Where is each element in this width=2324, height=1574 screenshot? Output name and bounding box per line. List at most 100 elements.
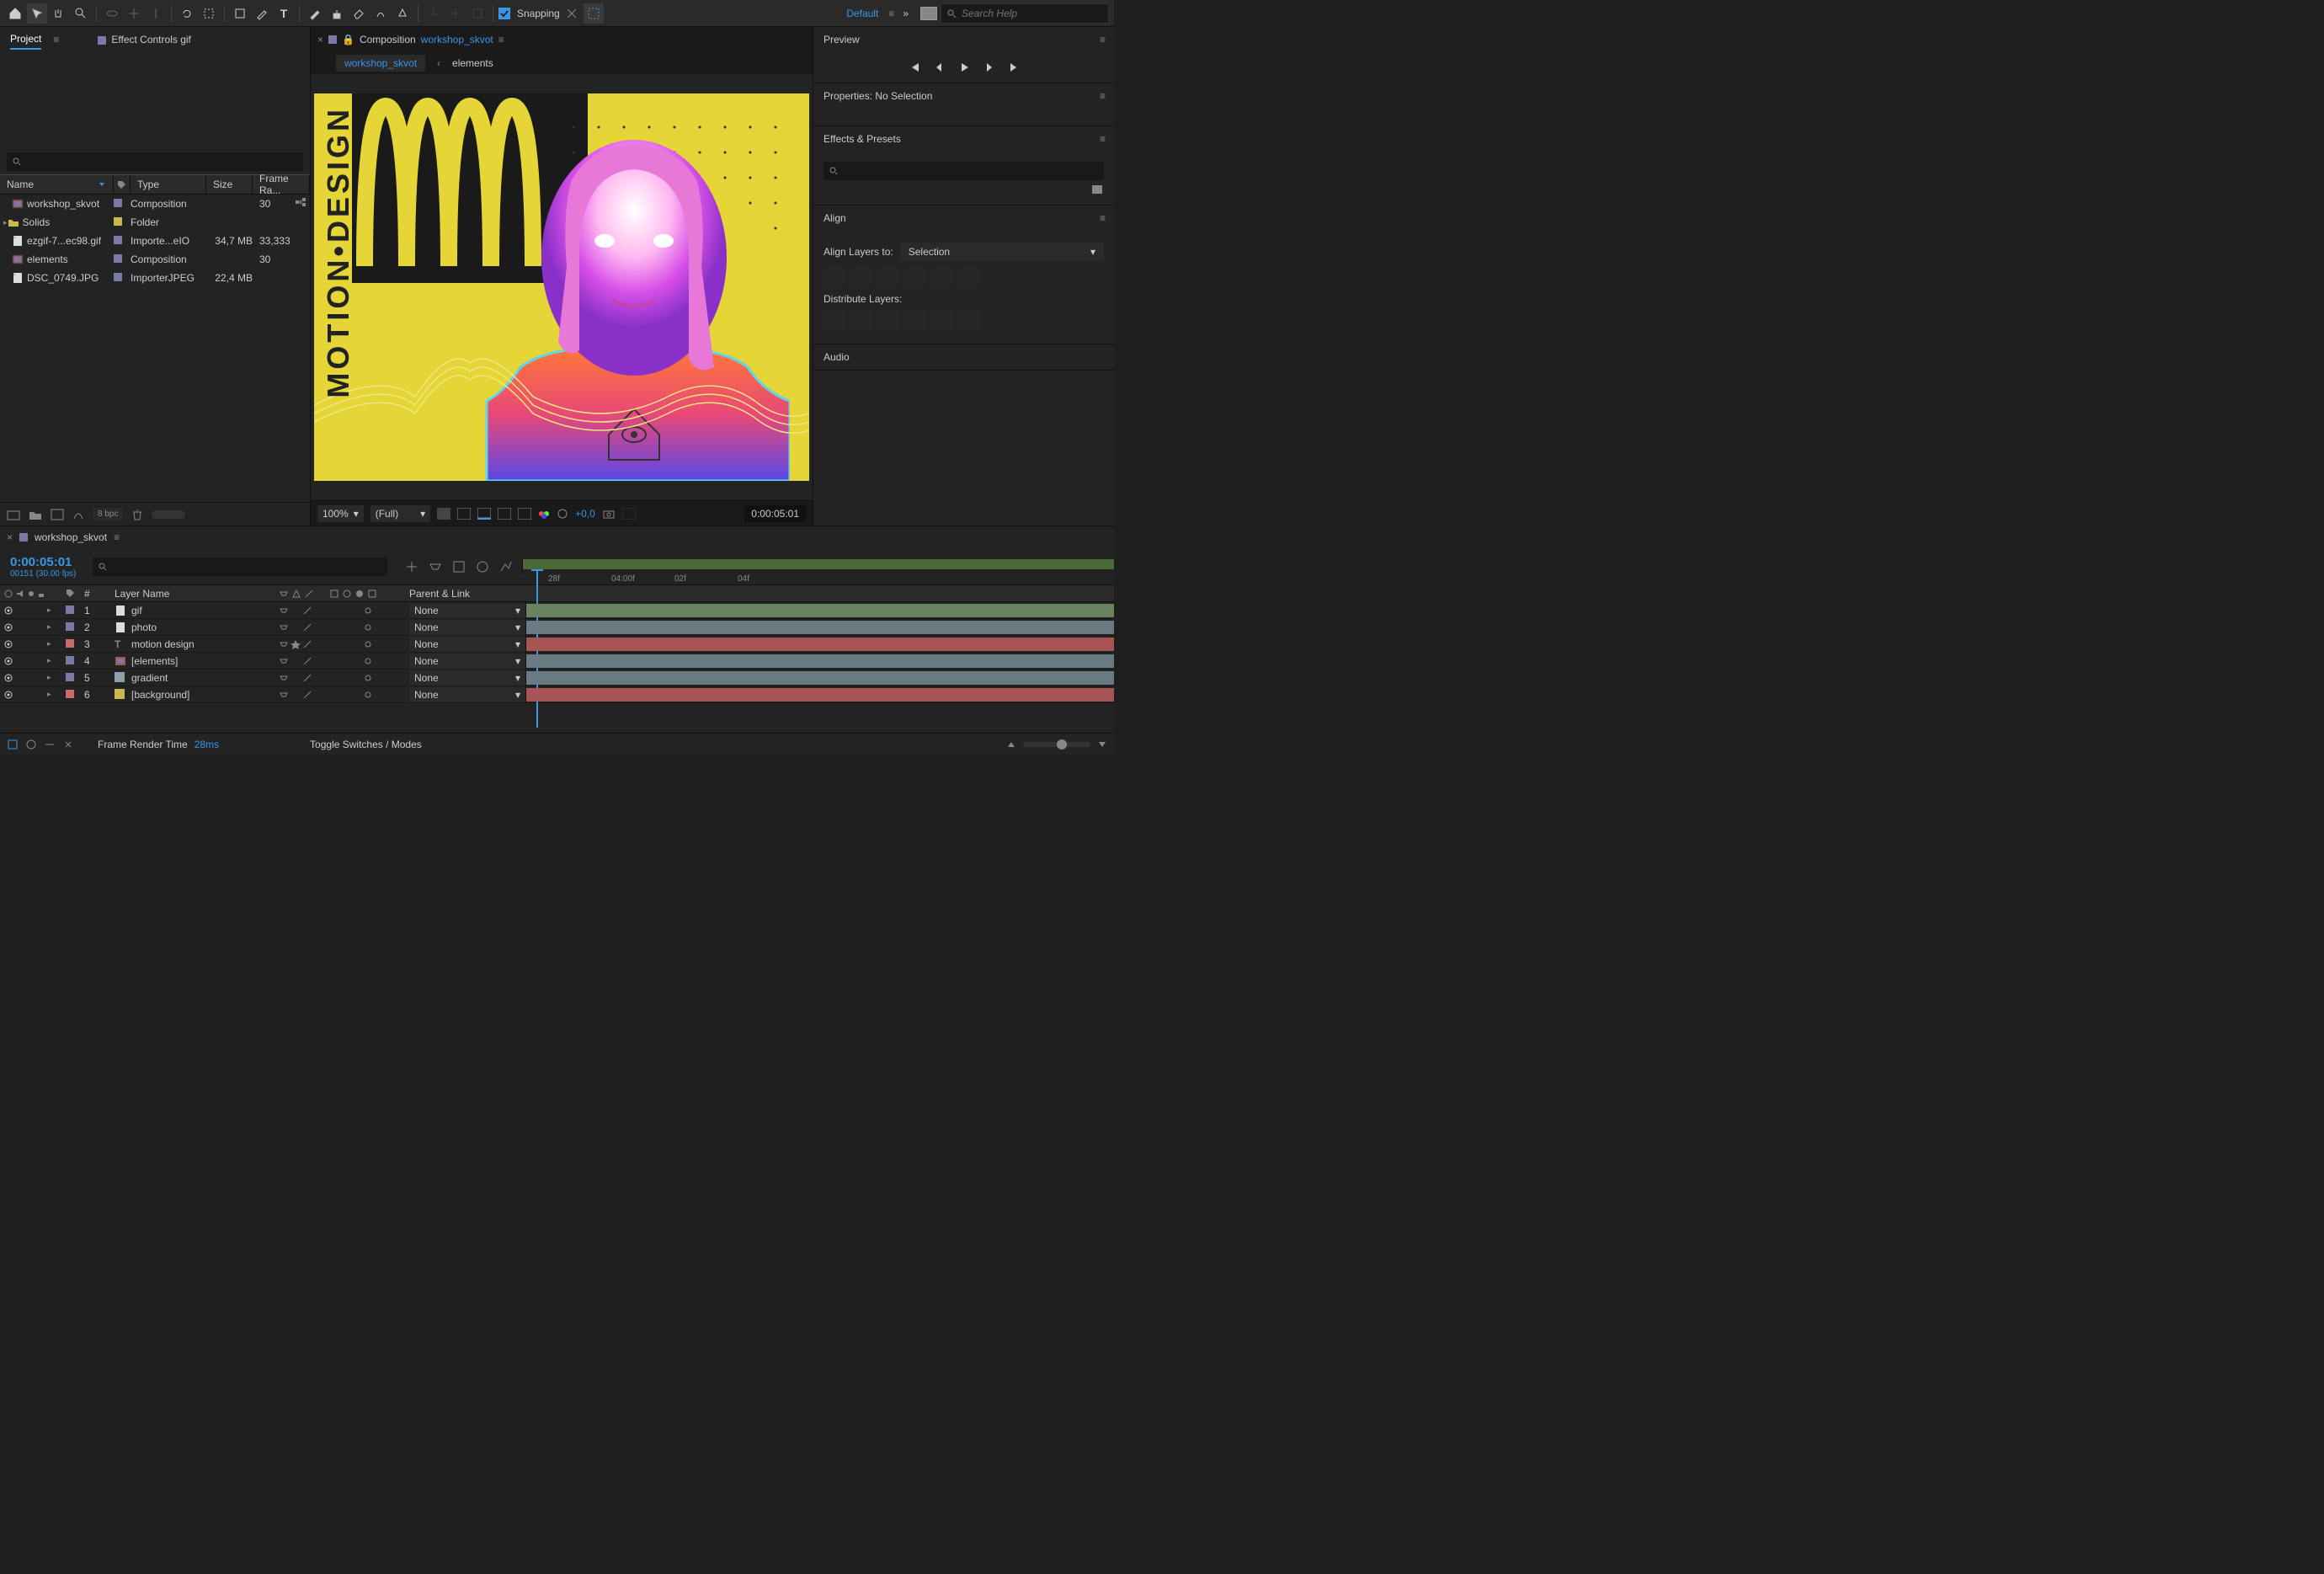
first-frame-icon[interactable] <box>905 59 922 76</box>
pickwhip-icon[interactable] <box>362 655 374 667</box>
region-icon[interactable] <box>477 508 491 520</box>
timeline-layer[interactable]: ▸ 6 [background] None▾ <box>0 686 1114 703</box>
quality-switch-icon[interactable] <box>303 588 315 600</box>
layer-tag[interactable] <box>66 639 74 648</box>
pen-tool-icon[interactable] <box>252 3 272 24</box>
shy-layer-icon[interactable] <box>278 638 290 650</box>
workspace-menu-icon[interactable]: ≡ <box>888 8 893 19</box>
trash-icon[interactable] <box>131 509 143 520</box>
lock-icon[interactable]: 🔒 <box>342 34 354 45</box>
align-to-dropdown[interactable]: Selection▾ <box>900 243 1104 261</box>
snapshot-icon[interactable] <box>602 508 616 520</box>
layer-bar[interactable] <box>526 688 1114 702</box>
quality-layer-icon[interactable] <box>301 672 313 684</box>
toggle-switches-icon[interactable] <box>7 739 19 750</box>
quality-layer-icon[interactable] <box>301 655 313 667</box>
search-help-box[interactable] <box>941 3 1109 24</box>
quality-layer-icon[interactable] <box>301 605 313 616</box>
dist-bottom-icon[interactable] <box>877 310 899 332</box>
align-right-icon[interactable] <box>877 266 899 288</box>
layer-tag[interactable] <box>66 690 74 698</box>
zoom-tool-icon[interactable] <box>71 3 91 24</box>
exposure-icon[interactable] <box>557 508 568 520</box>
effects-search[interactable] <box>824 162 1104 180</box>
toggle-switches-button[interactable]: Toggle Switches / Modes <box>310 739 422 750</box>
timeline-tab-name[interactable]: workshop_skvot <box>35 531 107 543</box>
hand-tool-icon[interactable] <box>49 3 69 24</box>
video-col-icon[interactable] <box>3 589 13 599</box>
show-snapshot-icon[interactable] <box>622 508 636 520</box>
quality-layer-icon[interactable] <box>301 622 313 633</box>
tab-project[interactable]: Project <box>10 29 41 50</box>
layer-bar[interactable] <box>526 638 1114 651</box>
parent-dropdown[interactable]: None▾ <box>409 687 525 702</box>
collapse-switch-icon[interactable] <box>290 588 302 600</box>
shy-layer-icon[interactable] <box>278 672 290 684</box>
twirl-icon[interactable]: ▸ <box>47 656 51 665</box>
shy-layer-icon[interactable] <box>278 655 290 667</box>
camera-tool-icon[interactable] <box>199 3 219 24</box>
text-tool-icon[interactable]: T <box>274 3 294 24</box>
shy-layer-icon[interactable] <box>278 689 290 701</box>
audio-col-icon[interactable] <box>15 589 25 599</box>
preview-menu-icon[interactable]: ≡ <box>1100 34 1104 45</box>
frame-blend-switch-icon[interactable] <box>328 588 340 600</box>
timeline-search[interactable] <box>93 558 387 576</box>
col-framerate[interactable]: Frame Ra... <box>253 175 310 194</box>
twirl-icon[interactable]: ▸ <box>47 639 51 648</box>
comp-mini-icon[interactable] <box>404 559 419 574</box>
graph-editor-icon[interactable] <box>498 559 514 574</box>
tag-col-icon[interactable] <box>66 589 74 597</box>
parent-dropdown[interactable]: None▾ <box>409 620 525 635</box>
eraser-tool-icon[interactable] <box>349 3 369 24</box>
pickwhip-icon[interactable] <box>362 605 374 616</box>
timeline-menu-icon[interactable]: ≡ <box>114 531 118 543</box>
mask-icon[interactable] <box>457 508 471 520</box>
roto-tool-icon[interactable] <box>370 3 391 24</box>
exposure-value[interactable]: +0,0 <box>575 508 595 520</box>
quality-layer-icon[interactable] <box>301 638 313 650</box>
prev-frame-icon[interactable] <box>930 59 947 76</box>
transparency-icon[interactable] <box>437 508 450 520</box>
tl-icon2[interactable] <box>25 739 37 750</box>
effects-menu-icon[interactable]: ≡ <box>1100 133 1104 145</box>
layer-tag[interactable] <box>66 673 74 681</box>
flowchart-icon[interactable] <box>291 197 306 211</box>
close-timeline-icon[interactable]: × <box>7 531 13 543</box>
layer-bar[interactable] <box>526 621 1114 634</box>
breadcrumb-back-icon[interactable]: ‹ <box>437 57 440 69</box>
align-left-icon[interactable] <box>824 266 845 288</box>
zoom-in-icon[interactable] <box>1097 740 1107 749</box>
timeline-layer[interactable]: ▸ 5 gradient None▾ <box>0 670 1114 686</box>
rect-tool-icon[interactable] <box>230 3 250 24</box>
snap-grid-icon[interactable] <box>584 3 604 24</box>
project-item[interactable]: workshop_skvot Composition 30 <box>0 195 310 213</box>
shy-layer-icon[interactable] <box>278 605 290 616</box>
fx-switch-icon[interactable]: fx <box>316 588 328 600</box>
pickwhip-icon[interactable] <box>362 672 374 684</box>
play-icon[interactable] <box>956 59 973 76</box>
rotate-tool-icon[interactable] <box>177 3 197 24</box>
timeline-layer[interactable]: ▸ 2 photo None▾ <box>0 619 1114 636</box>
timeline-layer[interactable]: ▸ 4 [elements] None▾ <box>0 653 1114 670</box>
project-item[interactable]: ▸Solids Folder <box>0 213 310 232</box>
parent-dropdown[interactable]: None▾ <box>409 654 525 669</box>
col-type[interactable]: Type <box>131 175 206 194</box>
item-tag[interactable] <box>114 199 122 207</box>
channel-icon[interactable] <box>538 508 550 520</box>
zoom-slider[interactable] <box>1023 742 1090 747</box>
item-tag[interactable] <box>114 236 122 244</box>
visibility-icon[interactable] <box>3 673 13 683</box>
frame-blend-icon[interactable] <box>451 559 466 574</box>
interpret-icon[interactable] <box>7 509 20 520</box>
guides-icon[interactable] <box>518 508 531 520</box>
quality-layer-icon[interactable] <box>301 689 313 701</box>
adjust-icon[interactable] <box>72 509 84 520</box>
motion-blur-switch-icon[interactable] <box>341 588 353 600</box>
dolly-tool-icon[interactable] <box>146 3 166 24</box>
brush-tool-icon[interactable] <box>305 3 325 24</box>
lock-col-icon[interactable] <box>37 590 45 598</box>
resolution-dropdown[interactable]: (Full)▾ <box>370 505 430 522</box>
align-menu-icon[interactable]: ≡ <box>1100 212 1104 224</box>
dist-left-icon[interactable] <box>904 310 926 332</box>
